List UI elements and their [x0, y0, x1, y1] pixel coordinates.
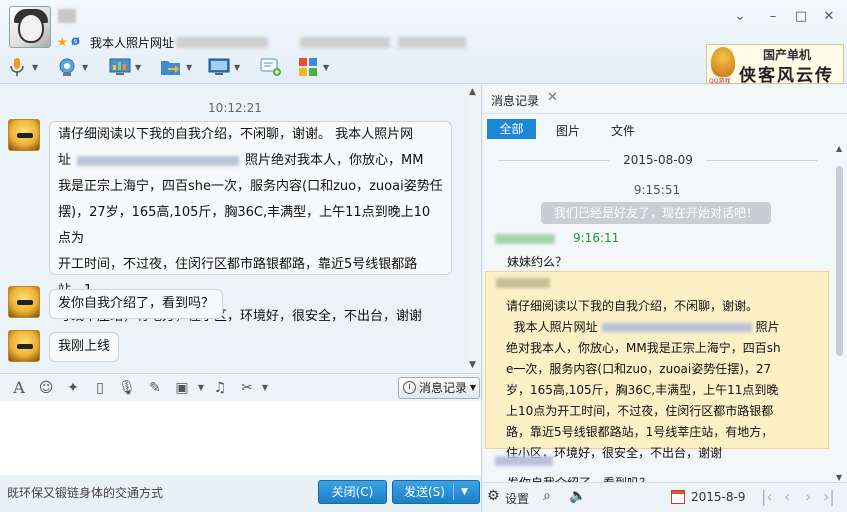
- history-messages[interactable]: 2015-08-09 9:15:51 我们已经是好友了，现在开始对话吧！ 9:1…: [483, 144, 847, 482]
- sender-name-blurred: [495, 234, 555, 244]
- scroll-up-icon[interactable]: ▲: [469, 87, 476, 97]
- ad-slogan-link[interactable]: 既环保又锻链身体的交通方式: [7, 484, 163, 501]
- close-window-button[interactable]: ✕: [820, 8, 838, 26]
- message-bubble: 发你自我介绍了，看到吗？: [49, 289, 224, 319]
- scroll-down-icon[interactable]: ▼: [469, 360, 476, 370]
- scroll-down-icon[interactable]: ▼: [836, 473, 842, 482]
- clock-icon: [403, 381, 416, 394]
- remote-assist-icon: [109, 56, 131, 78]
- voice-call-button[interactable]: ▼: [6, 55, 38, 79]
- screen-share-button[interactable]: ▼: [208, 55, 240, 79]
- voice-message-icon[interactable]: 🎙: [118, 379, 136, 397]
- search-icon[interactable]: ⌕: [543, 488, 551, 504]
- last-page-icon[interactable]: ›|: [823, 487, 835, 506]
- history-message: 发你自我介绍了，看到吗？: [507, 474, 651, 482]
- highlighted-message: 请仔细阅读以下我的自我介绍，不闲聊，谢谢。 我本人照片网址 照片 绝对我本人，你放…: [485, 271, 829, 460]
- game-logo-icon: [711, 47, 735, 77]
- remote-assist-button[interactable]: ▼: [109, 55, 141, 79]
- history-footer: ⚙ 设置 ⌕ 🔈 2015-8-9 |‹ ‹ › ›|: [483, 482, 847, 512]
- filter-all[interactable]: 全部: [487, 119, 536, 139]
- filter-images[interactable]: 图片: [556, 122, 580, 139]
- microphone-icon: [6, 56, 28, 78]
- calendar-icon[interactable]: [671, 490, 685, 504]
- new-discussion-icon: [260, 56, 282, 78]
- video-call-icon: [56, 56, 78, 78]
- screen-share-icon: [208, 56, 230, 78]
- sender-name-blurred: [495, 456, 553, 466]
- screenshot-scissors-icon[interactable]: ✂: [238, 379, 256, 397]
- message-bubble: 我刚上线: [49, 332, 120, 362]
- history-scrollbar[interactable]: ▲ ▼: [835, 144, 845, 482]
- music-icon[interactable]: ♫: [211, 379, 229, 397]
- video-call-button[interactable]: ▼: [56, 55, 88, 79]
- history-timestamp: 9:15:51: [633, 183, 681, 197]
- chat-messages-area[interactable]: 10:12:21 请仔细阅读以下我的自我介绍，不闲聊，谢谢。 我本人照片网 址照…: [0, 85, 482, 372]
- history-date-divider: 2015-08-09: [499, 153, 817, 167]
- next-page-icon[interactable]: ›: [805, 487, 811, 506]
- vibrate-icon[interactable]: ▯: [91, 379, 109, 397]
- system-message: 我们已经是好友了，现在开始对话吧！: [541, 202, 771, 224]
- blurred-url: [601, 323, 752, 332]
- history-message: 妹妹约么？: [507, 255, 568, 269]
- prev-page-icon[interactable]: ‹: [784, 487, 790, 506]
- history-tab-bar: 消息记录 ✕: [483, 85, 847, 114]
- edit-icon[interactable]: ✎: [146, 379, 164, 397]
- signature-url-blurred-3: [398, 37, 466, 48]
- magic-wand-icon[interactable]: ✦: [64, 379, 82, 397]
- maximize-button[interactable]: □: [792, 8, 810, 26]
- filter-files[interactable]: 文件: [611, 122, 635, 139]
- message-input[interactable]: [0, 401, 482, 475]
- transfer-file-icon: [160, 56, 182, 78]
- history-filters: 全部 图片 文件: [483, 114, 847, 144]
- gear-icon[interactable]: ⚙: [487, 488, 500, 504]
- scroll-up-icon[interactable]: ▲: [836, 144, 842, 153]
- message-bubble: 请仔细阅读以下我的自我介绍，不闲聊，谢谢。 我本人照片网 址照片绝对我本人，你放…: [49, 121, 452, 324]
- settings-link[interactable]: 设置: [505, 490, 529, 507]
- game-ad-banner[interactable]: QQ游戏 国产单机 侠客风云传: [706, 44, 844, 86]
- history-panel: 消息记录 ✕ 全部 图片 文件 2015-08-09 9:15:51 我们已经是…: [483, 85, 847, 512]
- input-toolbar: A ☺ ✦ ▯ 🎙 ✎ ▣ ▼ ♫ ✂ ▼ 消息记录 ▼: [0, 373, 482, 401]
- history-date-picker[interactable]: 2015-8-9: [691, 490, 745, 504]
- emoji-icon[interactable]: ☺: [37, 379, 55, 397]
- bottom-bar: 既环保又锻链身体的交通方式 关闭(C) 发送(S) ▼: [0, 475, 482, 512]
- apps-icon: [297, 56, 319, 78]
- title-bar: ★ ø 我本人照片网址 ⌄ – □ ✕ QQ游戏 国产单机 侠客风云传 ▼ ▼ …: [0, 0, 847, 86]
- sender-name-blurred: [496, 278, 550, 288]
- menu-dropdown-icon[interactable]: ⌄: [731, 8, 749, 26]
- tab-message-history[interactable]: 消息记录: [491, 92, 539, 109]
- contact-nickname-blurred: [58, 9, 76, 23]
- message-timestamp: 10:12:21: [208, 101, 262, 115]
- font-icon[interactable]: A: [10, 379, 28, 397]
- star-icon: ★: [57, 35, 68, 49]
- new-discussion-button[interactable]: [260, 55, 282, 79]
- sender-avatar[interactable]: [8, 330, 40, 362]
- image-dropdown-icon[interactable]: ▼: [192, 379, 210, 397]
- sender-avatar[interactable]: [8, 286, 40, 318]
- send-button[interactable]: 发送(S) ▼: [392, 480, 480, 504]
- contact-signature: 我本人照片网址: [90, 36, 175, 50]
- close-history-icon[interactable]: ✕: [547, 90, 558, 105]
- screenshot-dropdown-icon[interactable]: ▼: [256, 379, 274, 397]
- qq-status-icon: ø: [71, 34, 80, 49]
- first-page-icon[interactable]: |‹: [761, 487, 773, 506]
- chevron-down-icon: ▼: [469, 383, 476, 392]
- minimize-button[interactable]: –: [764, 8, 782, 26]
- apps-button[interactable]: ▼: [297, 55, 329, 79]
- speaker-icon[interactable]: 🔈: [569, 488, 586, 504]
- history-sender-time: 9:16:11: [573, 231, 620, 245]
- message-history-button[interactable]: 消息记录 ▼: [398, 377, 480, 399]
- signature-url-blurred-2: [300, 37, 390, 48]
- chat-scrollbar[interactable]: ▲ ▼: [467, 85, 481, 372]
- contact-avatar[interactable]: [9, 6, 51, 48]
- send-options-dropdown-icon[interactable]: ▼: [461, 481, 468, 503]
- signature-url-blurred: [176, 37, 268, 48]
- blurred-url: [77, 155, 240, 166]
- sender-avatar[interactable]: [8, 119, 40, 151]
- image-icon[interactable]: ▣: [173, 379, 191, 397]
- scroll-thumb[interactable]: [836, 166, 843, 356]
- close-button[interactable]: 关闭(C): [318, 480, 387, 504]
- transfer-file-button[interactable]: ▼: [160, 55, 192, 79]
